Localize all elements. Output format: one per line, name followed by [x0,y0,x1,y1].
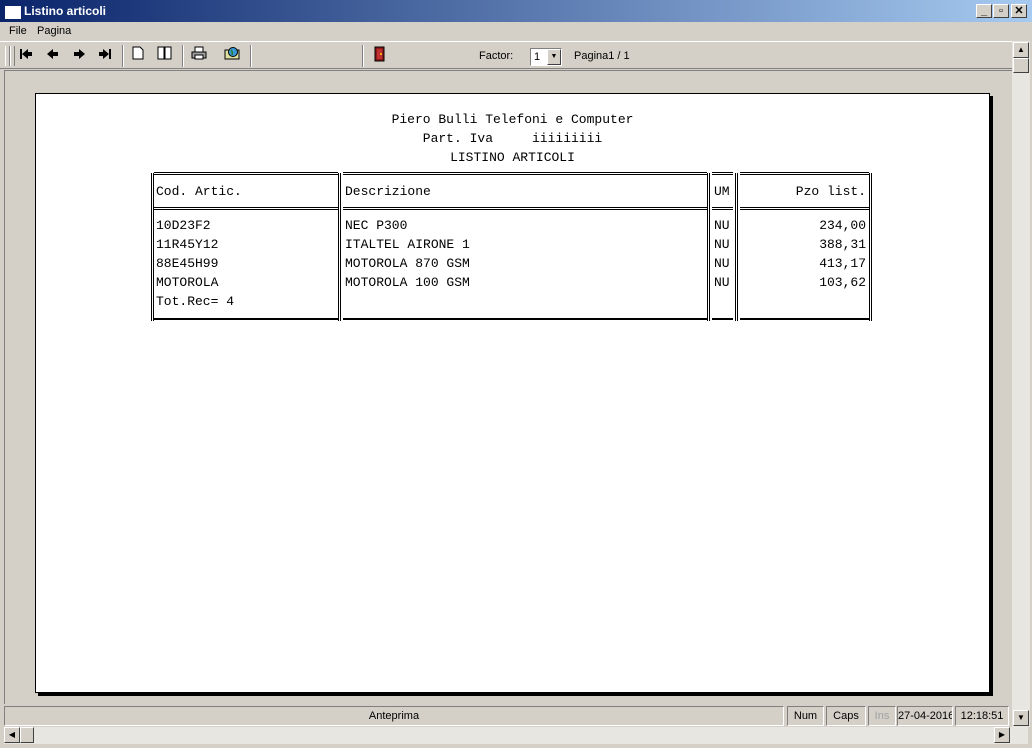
single-page-icon[interactable] [127,46,149,66]
exit-icon[interactable] [368,46,390,66]
close-button[interactable]: ✕ [1011,4,1027,18]
scroll-thumb-horizontal[interactable] [20,727,34,743]
table-header-rule [740,207,869,210]
report-heading: LISTINO ARTICOLI [450,150,575,165]
table-cell-description: MOTOROLA 870 GSM [345,256,470,271]
table-cell-um: NU [714,237,730,252]
factor-label: Factor: [479,50,514,62]
export-icon[interactable] [221,46,243,66]
factor-select[interactable]: 1 ▼ [530,48,562,66]
menu-pagina[interactable]: Pagina [37,25,71,37]
maximize-button[interactable]: ▫ [993,4,1009,18]
window-title: Listino articoli [24,4,107,18]
status-ins: Ins [868,706,896,726]
table-header-rule [712,207,733,210]
table-cell-code: 10D23F2 [156,218,211,233]
table-cell-code: 88E45H99 [156,256,219,271]
scroll-thumb[interactable] [1013,58,1029,73]
table-bottom-rule [154,318,338,320]
chevron-down-icon[interactable]: ▼ [547,49,561,65]
toolbar-separator [182,45,184,67]
preview-area: Piero Bulli Telefoni e Computer Part. Iv… [4,70,1012,704]
horizontal-scrollbar[interactable]: ◀ ▶ [4,727,1028,744]
column-border [735,173,738,321]
column-header-price: Pzo list. [795,184,866,199]
column-border [707,173,710,321]
table-cell-code: MOTOROLA [156,275,219,290]
toolbar: Factor: 1 ▼ Pagina1 / 1 [0,41,1012,69]
next-page-icon[interactable] [68,46,90,66]
scroll-right-button[interactable]: ▶ [994,727,1010,743]
table-cell-price: 103,62 [819,275,866,290]
table-total: Tot.Rec= 4 [156,294,235,309]
report-company: Piero Bulli Telefoni e Computer [391,112,634,127]
table-header-rule [154,207,338,210]
toolbar-separator [362,45,364,67]
report-vat: Part. Iva iiiiiiiii [422,131,603,146]
menu-bar: File Pagina [0,22,1032,41]
app-icon [5,6,21,19]
title-bar: Listino articoli _ ▫ ✕ [0,0,1032,22]
print-icon[interactable] [188,46,210,66]
scroll-up-button[interactable]: ▲ [1013,42,1029,58]
table-cell-description: MOTOROLA 100 GSM [345,275,470,290]
column-border [869,173,872,321]
status-time: 12:18:51 [955,706,1009,726]
toolbar-separator [250,45,252,67]
table-bottom-rule [712,318,733,320]
table-cell-um: NU [714,275,730,290]
table-top-rule [154,172,338,175]
table-cell-description: NEC P300 [345,218,408,233]
column-header-um: UM [714,184,730,199]
table-cell-description: ITALTEL AIRONE 1 [345,237,470,252]
column-header-description: Descrizione [345,184,431,199]
two-pages-icon[interactable] [154,46,176,66]
factor-value: 1 [534,51,541,63]
column-border [151,173,154,321]
table-cell-price: 234,00 [819,218,866,233]
menu-file[interactable]: File [9,25,27,37]
table-top-rule [740,172,869,175]
prev-page-icon[interactable] [42,46,64,66]
first-page-icon[interactable] [15,46,37,66]
status-date: 27-04-2016 [897,706,953,726]
table-cell-code: 11R45Y12 [156,237,219,252]
column-header-code: Cod. Artic. [156,184,242,199]
vertical-scrollbar[interactable]: ▲ ▼ [1012,41,1030,727]
scroll-left-button[interactable]: ◀ [4,727,20,743]
table-top-rule [343,172,707,175]
status-num: Num [787,706,824,726]
last-page-icon[interactable] [94,46,116,66]
report-page: Piero Bulli Telefoni e Computer Part. Iv… [35,93,990,693]
table-cell-um: NU [714,218,730,233]
scroll-down-button[interactable]: ▼ [1013,710,1029,726]
page-indicator: Pagina1 / 1 [574,50,630,62]
status-bar: Anteprima Num Caps Ins 27-04-2016 12:18:… [4,705,1010,727]
status-caps: Caps [826,706,866,726]
minimize-button[interactable]: _ [976,4,992,18]
table-header-rule [343,207,707,210]
table-cell-price: 413,17 [819,256,866,271]
table-bottom-rule [343,318,707,320]
table-cell-price: 388,31 [819,237,866,252]
table-bottom-rule [740,318,869,320]
toolbar-separator [122,45,124,67]
table-top-rule [712,172,733,175]
status-mode: Anteprima [4,706,784,726]
column-border [338,173,341,321]
table-cell-um: NU [714,256,730,271]
